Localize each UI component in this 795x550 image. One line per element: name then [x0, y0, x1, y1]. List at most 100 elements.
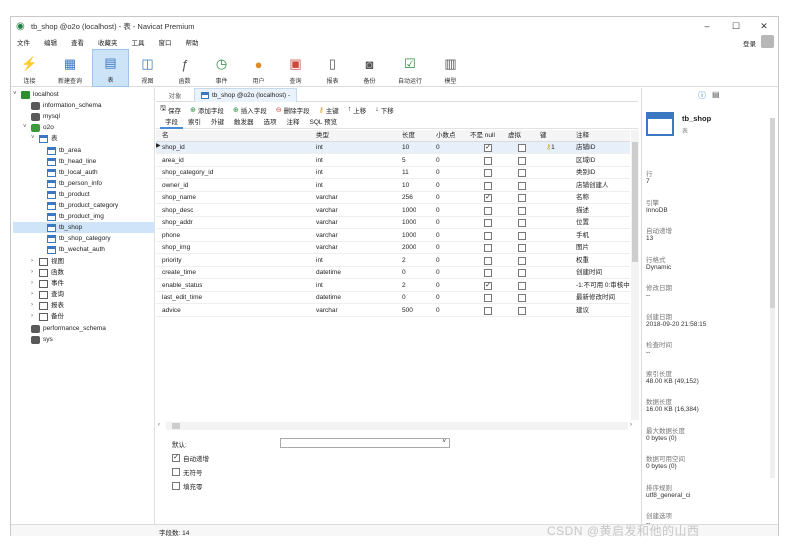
- default-select[interactable]: ˅: [280, 438, 450, 448]
- col-virtual[interactable]: 虚拟: [508, 130, 521, 142]
- scroll-left-icon[interactable]: ‹: [158, 422, 160, 428]
- not-null-checkbox[interactable]: [484, 306, 492, 315]
- not-null-checkbox[interactable]: ✓: [484, 281, 492, 290]
- connection-button[interactable]: ⚡ 连接: [11, 49, 48, 87]
- not-null-checkbox[interactable]: ✓: [484, 144, 492, 152]
- not-null-checkbox[interactable]: [484, 181, 492, 190]
- not-null-checkbox[interactable]: [484, 206, 492, 215]
- col-name[interactable]: 名: [162, 130, 169, 142]
- field-type-cell[interactable]: int: [316, 180, 323, 192]
- tree-table-tb-area[interactable]: tb_area: [47, 145, 81, 156]
- report-button[interactable]: ▯ 报表: [314, 49, 351, 87]
- view-button[interactable]: ◫ 视图: [129, 49, 166, 87]
- table-row[interactable]: area_id int 5 0 区域ID: [156, 155, 630, 167]
- field-comment-cell[interactable]: 最新修改时间: [576, 292, 630, 304]
- field-name-cell[interactable]: phone: [162, 230, 180, 242]
- field-length-cell[interactable]: 5: [402, 155, 406, 167]
- table-row[interactable]: advice varchar 500 0 建议: [156, 305, 630, 317]
- virtual-checkbox[interactable]: [518, 256, 526, 265]
- field-length-cell[interactable]: 1000: [402, 230, 416, 242]
- tree-db-o2o[interactable]: ˅ o2o: [23, 122, 54, 133]
- user-button[interactable]: ● 用户: [240, 49, 277, 87]
- virtual-checkbox[interactable]: [518, 306, 526, 315]
- field-comment-cell[interactable]: 类别ID: [576, 167, 630, 179]
- field-length-cell[interactable]: 256: [402, 192, 413, 204]
- table-button[interactable]: ▤ 表: [92, 49, 129, 87]
- col-not-null[interactable]: 不是 null: [470, 130, 495, 142]
- col-length[interactable]: 长度: [402, 130, 415, 142]
- tree-group-tables[interactable]: ˅ 表: [31, 133, 58, 144]
- field-type-cell[interactable]: datetime: [316, 267, 341, 279]
- tab-triggers[interactable]: 触发器: [229, 117, 259, 129]
- zerofill-checkbox[interactable]: 填充零: [172, 481, 203, 491]
- tree-table-tb-person-info[interactable]: tb_person_info: [47, 178, 102, 189]
- info-icon[interactable]: ⓘ: [698, 90, 706, 101]
- field-comment-cell[interactable]: 图片: [576, 242, 630, 254]
- field-name-cell[interactable]: priority: [162, 255, 182, 267]
- menu-favorites[interactable]: 收藏夹: [92, 37, 126, 47]
- field-name-cell[interactable]: owner_id: [162, 180, 188, 192]
- tree-table-tb-product-img[interactable]: tb_product_img: [47, 211, 104, 222]
- minimize-button[interactable]: –: [693, 17, 721, 35]
- table-row[interactable]: owner_id int 10 0 店铺创建人: [156, 180, 630, 192]
- virtual-checkbox[interactable]: [518, 194, 526, 202]
- menu-tools[interactable]: 工具: [126, 37, 153, 47]
- virtual-checkbox[interactable]: [518, 281, 526, 290]
- field-type-cell[interactable]: varchar: [316, 217, 338, 229]
- field-decimals-cell[interactable]: 0: [436, 180, 440, 192]
- field-length-cell[interactable]: 0: [402, 267, 406, 279]
- field-name-cell[interactable]: shop_category_id: [162, 167, 213, 179]
- table-row[interactable]: enable_status int 2 0 ✓ -1:不可用 0:审核中: [156, 280, 630, 292]
- move-down-button[interactable]: ↓ 下移: [375, 105, 394, 115]
- virtual-checkbox[interactable]: [518, 144, 526, 152]
- tree-db-information-schema[interactable]: information_schema: [31, 100, 102, 111]
- field-length-cell[interactable]: 2000: [402, 242, 416, 254]
- table-row[interactable]: shop_desc varchar 1000 0 描述: [156, 205, 630, 217]
- field-length-cell[interactable]: 0: [402, 292, 406, 304]
- delete-field-button[interactable]: ⊖ 删除字段: [276, 105, 310, 115]
- menu-edit[interactable]: 编辑: [38, 37, 65, 47]
- field-length-cell[interactable]: 11: [402, 167, 409, 179]
- virtual-checkbox[interactable]: [518, 206, 526, 215]
- field-type-cell[interactable]: int: [316, 255, 323, 267]
- field-name-cell[interactable]: shop_desc: [162, 205, 193, 217]
- menu-window[interactable]: 窗口: [153, 37, 180, 47]
- field-length-cell[interactable]: 1000: [402, 217, 416, 229]
- field-name-cell[interactable]: create_time: [162, 267, 196, 279]
- field-decimals-cell[interactable]: 0: [436, 142, 440, 154]
- tree-db-sys[interactable]: sys: [31, 334, 53, 345]
- field-comment-cell[interactable]: 区域ID: [576, 155, 630, 167]
- insert-field-button[interactable]: ⊕ 插入字段: [233, 105, 267, 115]
- field-comment-cell[interactable]: 描述: [576, 205, 630, 217]
- not-null-checkbox[interactable]: [484, 219, 492, 227]
- field-type-cell[interactable]: varchar: [316, 242, 338, 254]
- grid-horizontal-scrollbar[interactable]: ‹ ›: [158, 422, 632, 430]
- not-null-checkbox[interactable]: [484, 231, 492, 240]
- event-button[interactable]: ◷ 事件: [203, 49, 240, 87]
- table-row[interactable]: shop_addr varchar 1000 0 位置: [156, 217, 630, 229]
- table-row[interactable]: create_time datetime 0 0 创建时间: [156, 267, 630, 279]
- unsigned-checkbox[interactable]: 无符号: [172, 467, 203, 477]
- field-name-cell[interactable]: last_edit_time: [162, 292, 202, 304]
- not-null-checkbox[interactable]: [484, 269, 492, 277]
- new-query-button[interactable]: ▦ 新建查询: [48, 49, 92, 87]
- virtual-checkbox[interactable]: [518, 169, 526, 177]
- table-row[interactable]: shop_img varchar 2000 0 图片: [156, 242, 630, 254]
- menu-view[interactable]: 查看: [65, 37, 92, 47]
- tree-group-functions[interactable]: › 函数: [31, 267, 64, 278]
- tree-group-events[interactable]: › 事件: [31, 278, 64, 289]
- save-button[interactable]: 🖫 保存: [160, 104, 181, 115]
- field-comment-cell[interactable]: 手机: [576, 230, 630, 242]
- field-comment-cell[interactable]: 创建时间: [576, 267, 630, 279]
- field-type-cell[interactable]: varchar: [316, 192, 338, 204]
- field-length-cell[interactable]: 10: [402, 180, 409, 192]
- field-decimals-cell[interactable]: 0: [436, 167, 440, 179]
- tree-table-tb-shop[interactable]: tb_shop: [13, 222, 154, 233]
- tab-comment[interactable]: 注释: [282, 117, 305, 129]
- field-name-cell[interactable]: shop_addr: [162, 217, 193, 229]
- tree-db-mysql[interactable]: mysql: [31, 111, 60, 122]
- field-length-cell[interactable]: 2: [402, 255, 406, 267]
- close-button[interactable]: ✕: [750, 17, 778, 35]
- virtual-checkbox[interactable]: [518, 156, 526, 165]
- field-decimals-cell[interactable]: 0: [436, 292, 440, 304]
